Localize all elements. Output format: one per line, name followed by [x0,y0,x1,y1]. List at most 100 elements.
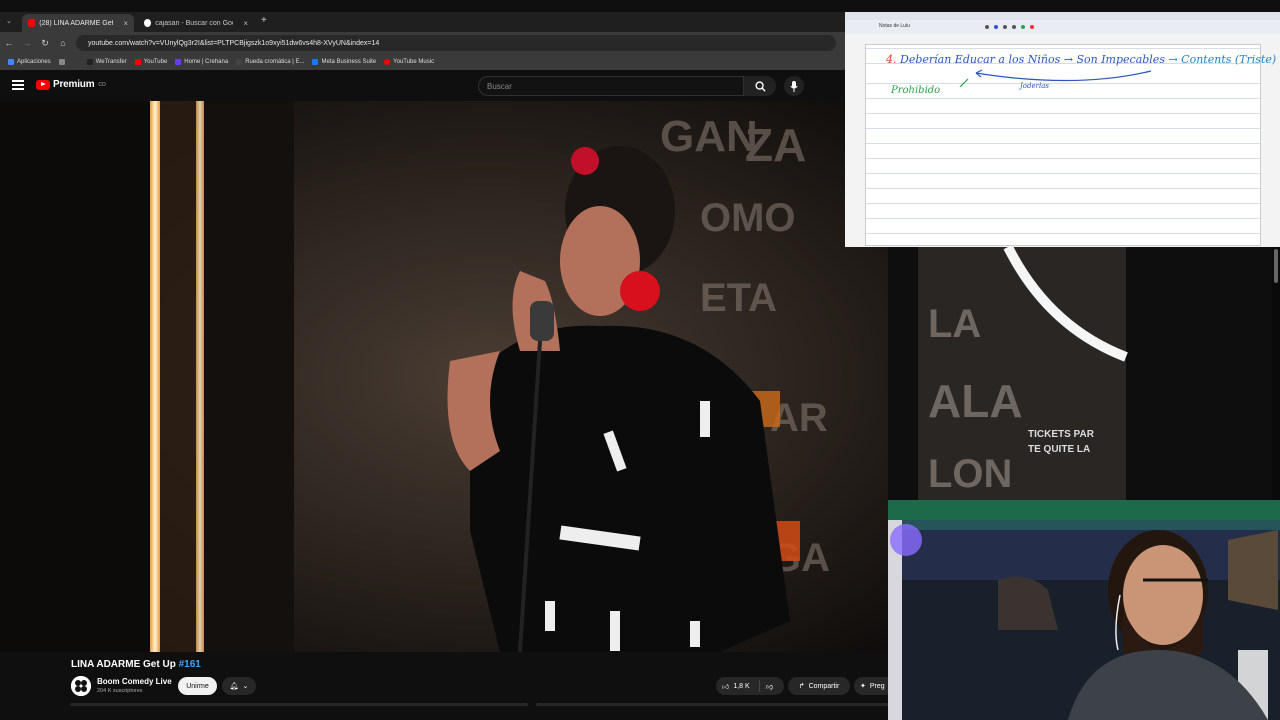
webcam-frame [888,500,1280,720]
note-text-blue: Deberían Educar a los Niños → Son Impeca… [900,53,1165,66]
video-title-text: LINA ADARME Get Up [71,659,176,670]
new-tab-button[interactable]: + [261,15,267,26]
like-button[interactable]: 👍︎ 1,8 K [716,680,760,692]
channel-avatar[interactable] [71,676,91,696]
tab-google[interactable]: cajasan - Buscar con Google × [138,14,254,32]
webcam-feed [888,500,1280,720]
pen-tool-icon[interactable] [1030,25,1034,29]
back-icon[interactable]: ← [0,38,18,48]
bookmark-label: Home | Crehana [184,59,229,65]
dislike-button[interactable]: 👎︎ [760,682,773,691]
bookmark-label: WeTransfer [95,59,127,65]
svg-text:ALA: ALA [928,375,1023,427]
channel-name[interactable]: Boom Comedy Live [97,677,172,686]
url-field[interactable]: youtube.com/watch?v=VUnylQg3r2I&list=PLT… [76,35,836,51]
bookmark-label: Rueda cromática | E... [245,59,305,65]
like-count: 1,8 K [733,682,750,690]
meta-icon [312,59,319,65]
search-icon [754,80,766,92]
ask-button[interactable]: ✦ Preg [854,677,890,695]
search-input[interactable]: Buscar [478,76,744,96]
svg-text:LON: LON [928,452,1012,496]
apps-grid-icon [8,59,14,65]
channel-logo-icon [71,676,91,696]
share-label: Compartir [808,682,840,690]
notifications-button[interactable]: 🔔︎ ⌄ [222,677,256,695]
bookmarks-bar: Aplicaciones WeTransfer YouTube Home | C… [0,54,845,70]
svg-text:ETA: ETA [700,276,777,320]
bookmark-label: YouTube [143,59,168,65]
join-button[interactable]: Unirme [178,677,217,695]
bookmark-label: Aplicaciones [17,59,51,65]
note-line-1: 4. Deberían Educar a los Niños → Son Imp… [886,53,1276,66]
youtube-music-icon [384,59,391,65]
video-player[interactable]: GAN ZA OMO ETA AR GA RE [0,101,888,652]
subscriber-count: 204 K suscriptores [97,688,143,694]
share-button[interactable]: ↱ Compartir [788,677,850,695]
chevron-down-icon: ⌄ [242,683,249,690]
pen-tool-icon[interactable] [1012,25,1016,29]
ask-label: Preg [869,682,885,690]
voice-search-button[interactable] [784,76,804,96]
video-hashtag-link[interactable]: #161 [179,659,201,670]
home-icon[interactable]: ⌂ [54,38,72,48]
google-favicon-icon [144,19,152,27]
bookmark-label: YouTube Music [393,59,435,65]
notes-page[interactable]: 4. Deberían Educar a los Niños → Son Imp… [865,44,1276,246]
pen-tool-icon[interactable] [985,25,989,29]
bookmark-youtube-music[interactable]: YouTube Music [384,59,434,65]
search-placeholder: Buscar [487,81,512,91]
svg-text:LA: LA [928,302,981,346]
pen-tool-icon[interactable] [1003,25,1007,29]
pen-tool-icon[interactable] [1021,25,1025,29]
close-tab-icon[interactable]: × [243,19,248,28]
close-tab-icon[interactable]: × [123,19,128,28]
svg-text:TE QUITE LA: TE QUITE LA [1028,444,1090,455]
playlist-panel-edge [536,703,888,706]
tab-youtube[interactable]: (28) LINA ADARME Get Up #16 × [22,14,134,32]
note-word-blue: Joderlas [1020,82,1049,90]
bookmark-rueda[interactable]: Rueda cromática | E... [236,59,304,65]
region-code: CO [98,81,106,88]
svg-text:GAN: GAN [660,112,758,161]
pen-tool-icon[interactable] [994,25,998,29]
thumbs-up-icon: 👍︎ [722,683,730,691]
comments-area-top [0,700,888,720]
rueda-icon [236,59,243,65]
youtube-favicon-icon [28,19,36,27]
notes-tab-title[interactable]: Notas de Lulu [879,23,910,29]
browser-tab-bar: ⌄ (28) LINA ADARME Get Up #16 × cajasan … [0,12,845,32]
youtube-premium-logo[interactable]: Premium CO [36,79,106,90]
youtube-play-icon [36,79,50,90]
secondary-video-frame: LA ALA LON TICKETS PAR TE QUITE LA [888,244,1280,500]
description-box-edge [70,703,528,706]
bookmark-crehana[interactable]: Home | Crehana [175,59,228,65]
note-word-green: Prohibido [891,85,941,96]
url-text: youtube.com/watch?v=VUnylQg3r2I&list=PLT… [88,39,380,47]
svg-text:ZA: ZA [745,119,806,171]
reload-icon[interactable]: ↻ [36,38,54,49]
grid-icon [58,59,65,65]
search-button[interactable] [744,76,776,96]
hamburger-menu-icon[interactable] [12,80,24,90]
bookmark-wetransfer[interactable]: WeTransfer [86,59,127,65]
tab-list-chevron-icon[interactable]: ⌄ [6,17,12,25]
sparkle-icon: ✦ [860,683,866,690]
forward-icon[interactable]: → [18,38,36,48]
bookmark-apps[interactable]: Aplicaciones [8,59,51,65]
microphone-icon [790,80,798,92]
notes-toolbar: Notas de Lulu [845,12,1280,34]
bookmark-grid[interactable] [58,59,65,65]
bookmark-youtube[interactable]: YouTube [134,59,168,65]
youtube-icon [134,59,141,65]
join-label: Unirme [186,682,209,690]
notes-app-window: Notas de Lulu 4. Deberían Educar a los N… [845,12,1280,247]
secondary-video-area: LA ALA LON TICKETS PAR TE QUITE LA [888,244,1280,500]
thumbs-down-icon: 👎︎ [766,683,774,691]
share-icon: ↱ [798,683,805,690]
tab-label: (28) LINA ADARME Get Up #16 [39,19,114,27]
bookmark-meta[interactable]: Meta Business Suite [312,59,376,65]
address-bar-row: ← → ↻ ⌂ youtube.com/watch?v=VUnylQg3r2I&… [0,32,845,54]
pen-tools [985,25,1034,29]
page-scrollbar[interactable] [1272,247,1280,500]
